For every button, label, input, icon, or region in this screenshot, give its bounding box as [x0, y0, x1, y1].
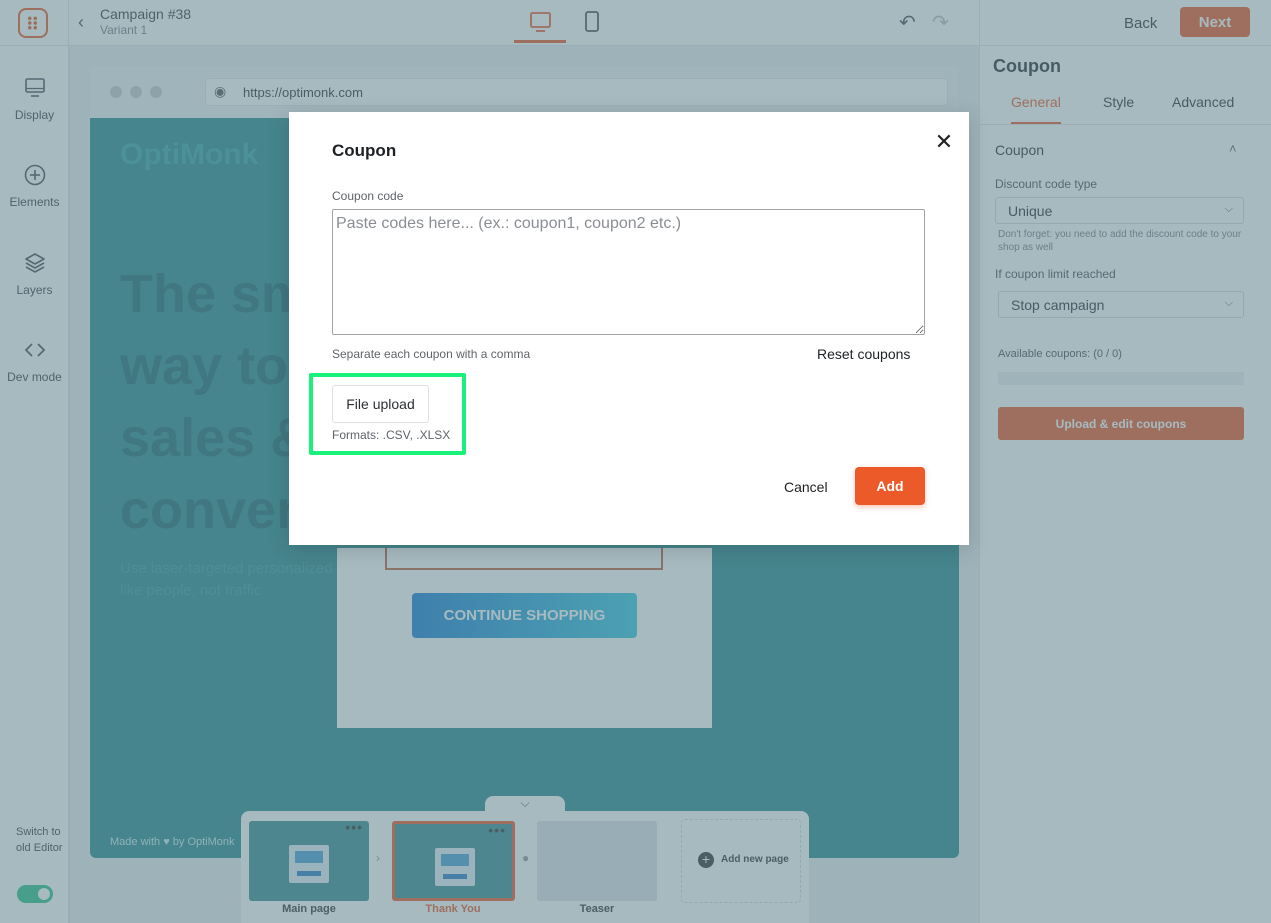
- browser-chrome: ◉ https://optimonk.com: [90, 66, 959, 118]
- url-text: https://optimonk.com: [243, 85, 363, 100]
- popup-coupon-box[interactable]: [385, 548, 663, 570]
- close-icon[interactable]: ✕: [932, 130, 956, 154]
- coupons-progress-bar: [998, 372, 1244, 385]
- right-panel: Coupon General Style Advanced Coupon ˄ D…: [980, 46, 1271, 923]
- add-page-label: Add new page: [721, 854, 789, 865]
- hero-line: conver: [120, 480, 298, 540]
- divider: [980, 124, 1271, 125]
- back-chevron-icon[interactable]: ‹: [78, 12, 84, 33]
- left-sidebar: Display Elements Layers Dev mode Switch …: [0, 46, 69, 923]
- hero-sub-line: Use laser-targeted personalized m: [120, 560, 350, 577]
- tab-general[interactable]: General: [1011, 94, 1061, 125]
- sidebar-item-label: Dev mode: [7, 370, 62, 384]
- desktop-preview-button[interactable]: [514, 0, 566, 43]
- sidebar-item-dev-mode[interactable]: Dev mode: [0, 338, 69, 408]
- sidebar-item-layers[interactable]: Layers: [0, 251, 69, 321]
- window-dot: [150, 86, 162, 98]
- page-label: Main page: [282, 903, 336, 915]
- variant-name: Variant 1: [100, 23, 148, 37]
- chevron-down-icon: ⌵: [1224, 297, 1233, 309]
- chevron-right-icon: ›: [376, 851, 380, 865]
- sidebar-item-label: Display: [14, 108, 55, 122]
- plus-circle-icon: [24, 164, 45, 186]
- monitor-icon: [24, 78, 45, 97]
- continue-shopping-button[interactable]: CONTINUE SHOPPING: [412, 593, 637, 638]
- thumb-preview: [289, 845, 329, 883]
- select-value: Unique: [1008, 203, 1053, 219]
- discount-type-label: Discount code type: [995, 177, 1098, 191]
- layers-icon: [24, 253, 45, 273]
- next-button[interactable]: Next: [1180, 7, 1250, 37]
- discount-type-select[interactable]: Unique ⌵: [995, 197, 1244, 224]
- plus-icon: +: [698, 852, 714, 868]
- hero-line: sales &: [120, 408, 310, 468]
- campaign-title[interactable]: Campaign #38: [100, 6, 191, 22]
- code-icon: [24, 343, 45, 357]
- available-coupons: Available coupons: (0 / 0): [998, 348, 1122, 360]
- discount-hint: Don't forget: you need to add the discou…: [998, 229, 1242, 253]
- modal-title: Coupon: [332, 141, 397, 160]
- hero-heading: The sm way to sales & conver: [120, 258, 309, 546]
- more-icon[interactable]: •••: [345, 821, 363, 835]
- add-button[interactable]: Add: [855, 467, 925, 505]
- coupon-help-text: Separate each coupon with a comma: [332, 347, 531, 361]
- back-button[interactable]: Back: [1110, 8, 1171, 38]
- desktop-icon: [530, 12, 551, 32]
- url-bar: ◉ https://optimonk.com: [205, 78, 948, 106]
- redo-icon[interactable]: ↷: [932, 10, 949, 35]
- coupon-code-textarea[interactable]: [332, 209, 925, 335]
- pages-bar: ••• Main page › ••• Thank You ● Teaser +…: [241, 811, 809, 923]
- toggle-knob: [38, 888, 50, 900]
- page-label: Teaser: [579, 903, 615, 915]
- thumb-preview: [435, 848, 475, 886]
- sidebar-item-display[interactable]: Display: [0, 76, 69, 146]
- sidebar-item-elements[interactable]: Elements: [0, 163, 69, 233]
- switch-old-editor-toggle[interactable]: [17, 885, 53, 903]
- coupon-modal: Coupon ✕ Coupon code Separate each coupo…: [289, 112, 969, 545]
- made-with-badge: Made with ♥ by OptiMonk: [110, 836, 235, 848]
- page-thumb-main[interactable]: •••: [249, 821, 369, 901]
- switch-old-editor-label: Switch to old Editor: [16, 826, 63, 854]
- popup-preview[interactable]: CONTINUE SHOPPING: [337, 548, 712, 728]
- more-icon[interactable]: •••: [488, 824, 506, 838]
- tab-advanced[interactable]: Advanced: [1172, 94, 1234, 110]
- page-thumb-teaser[interactable]: [537, 821, 657, 901]
- limit-label: If coupon limit reached: [995, 267, 1116, 281]
- chevron-down-icon: ⌵: [1224, 203, 1233, 215]
- eye-icon: ◉: [214, 83, 227, 99]
- add-new-page-button[interactable]: + Add new page: [681, 819, 801, 903]
- hero-subtext: Use laser-targeted personalized m like p…: [120, 558, 349, 602]
- hero-line: way to: [120, 336, 289, 396]
- formats-text: Formats: .CSV, .XLSX: [332, 428, 451, 442]
- coupon-code-label: Coupon code: [332, 189, 404, 203]
- divider: [68, 0, 69, 46]
- hero-sub-line: like people, not traffic: [120, 582, 262, 599]
- upload-edit-coupons-button[interactable]: Upload & edit coupons: [998, 407, 1244, 440]
- mobile-preview-button[interactable]: [572, 0, 612, 43]
- mobile-icon: [585, 11, 599, 32]
- site-logo: OptiMonk: [120, 138, 259, 171]
- window-dot: [110, 86, 122, 98]
- page-label: Thank You: [425, 903, 481, 915]
- section-title[interactable]: Coupon: [995, 142, 1044, 158]
- file-upload-button[interactable]: File upload: [332, 385, 429, 423]
- optimonk-logo-icon[interactable]: [18, 8, 48, 38]
- panel-title: Coupon: [993, 56, 1061, 76]
- tab-style[interactable]: Style: [1103, 94, 1134, 110]
- divider: [979, 0, 980, 46]
- top-bar: ‹ Campaign #38 Variant 1 ↶ ↷ Back Next: [0, 0, 1271, 46]
- hero-line: The sm: [120, 264, 310, 324]
- select-value: Stop campaign: [1011, 297, 1105, 313]
- page-thumb-thank-you[interactable]: •••: [392, 821, 515, 901]
- cancel-button[interactable]: Cancel: [772, 471, 840, 503]
- limit-select[interactable]: Stop campaign ⌵: [998, 291, 1244, 318]
- sidebar-item-label: Elements: [9, 195, 60, 209]
- reset-coupons-button[interactable]: Reset coupons: [817, 346, 910, 362]
- undo-icon[interactable]: ↶: [899, 10, 916, 35]
- chevron-up-icon[interactable]: ˄: [1229, 141, 1237, 156]
- chevron-down-icon: ⌵: [520, 796, 530, 810]
- window-dot: [130, 86, 142, 98]
- sidebar-item-label: Layers: [16, 283, 53, 297]
- dot-separator-icon: ●: [522, 851, 530, 865]
